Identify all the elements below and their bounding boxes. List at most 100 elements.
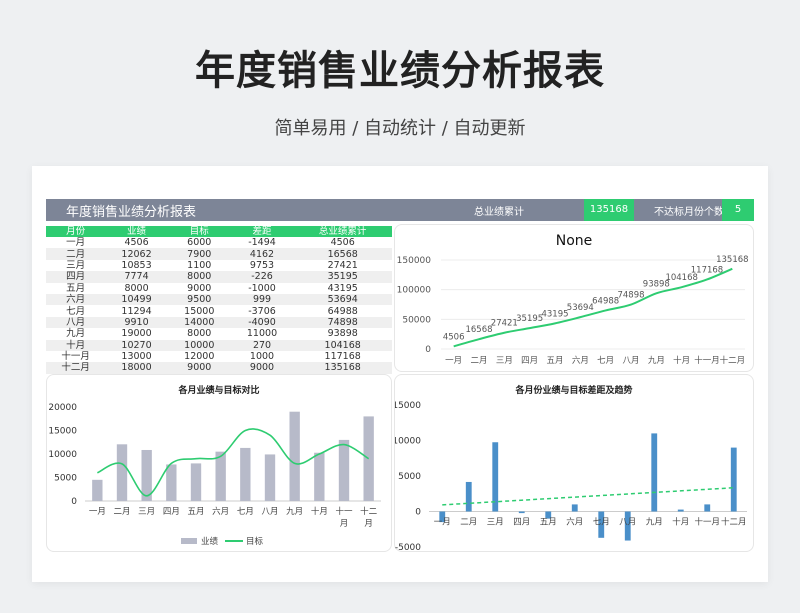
table-cell: 9910 (105, 316, 168, 329)
table-cell: 27421 (327, 259, 358, 271)
bar-gap (571, 504, 578, 512)
bar-gap (518, 511, 525, 514)
table-row: 四月 7774 8000 -226 35195 (46, 271, 392, 283)
table-cell: 七月 (66, 305, 86, 317)
y-tick-label: 0 (71, 497, 77, 507)
column-header: 月份 (46, 226, 106, 237)
table-cell: 15000 (184, 305, 215, 317)
table-cell: -1494 (248, 237, 276, 249)
cumulative-line-chart: None 0 50000 100000 150000 4506 一月 16568 二月 27421… (397, 233, 749, 366)
bar-sales (190, 463, 202, 501)
chart-title: None (556, 233, 593, 249)
table-cell: 35195 (293, 271, 392, 283)
table-cell: 9753 (249, 259, 275, 271)
data-label: 135168 (716, 255, 748, 265)
table-cell: 9000 (230, 362, 294, 374)
x-tick-label: 五月 (546, 356, 563, 366)
table-cell: 999 (230, 293, 294, 306)
x-tick-label: 月 (364, 519, 373, 529)
table-cell: 14000 (167, 316, 231, 329)
bar-sales (338, 439, 350, 501)
table-cell: 9500 (167, 293, 231, 306)
target-line (96, 428, 370, 497)
bar-gap (730, 447, 737, 512)
table-cell: 10853 (121, 259, 152, 271)
table-cell: 19000 (121, 328, 152, 340)
table-body: 一月 4506 6000 -1494 4506 二月 12062 7900 4162 16568 三… (46, 237, 392, 374)
data-label: 43195 (541, 309, 568, 319)
column-header: 目标 (167, 226, 231, 237)
bar-gap (465, 481, 472, 512)
y-tick-label: 15000 (48, 427, 77, 437)
table-row: 十二月 18000 9000 9000 135168 (46, 362, 392, 374)
table-cell: 64988 (327, 305, 358, 317)
chart-title: 各月业绩与目标对比 (177, 384, 259, 396)
gap-trend-chart: 各月份业绩与目标差距及趋势 -5000 0 5000 10000 15000 一月 二月 三月四… (392, 384, 747, 553)
x-tick-label: 三月 (487, 518, 504, 528)
x-tick-label: 二月 (470, 356, 487, 366)
table-cell: 10000 (167, 339, 231, 351)
bar-sales (289, 411, 300, 501)
table-cell: 8000 (167, 271, 231, 283)
x-tick-label: 五月 (540, 518, 557, 528)
y-tick-label: 15000 (395, 401, 421, 411)
column-header: 业绩 (105, 226, 168, 237)
bar-sales (116, 444, 128, 501)
data-label: 53694 (567, 303, 594, 313)
table-cell: 4506 (124, 237, 149, 249)
table-cell: 4162 (230, 248, 294, 260)
column-header: 总业绩累计 (293, 226, 392, 237)
x-tick-label: 十二 (360, 506, 378, 517)
table-cell: 1000 (249, 351, 275, 363)
x-tick-label: 十月 (672, 517, 689, 528)
table-row: 八月 9910 14000 -4090 74898 (46, 316, 392, 329)
x-tick-label: 十一月 (694, 355, 720, 366)
table-cell: 74898 (293, 316, 392, 329)
table-cell: 三月 (66, 259, 86, 271)
legend-swatch-sales (181, 538, 197, 544)
table-cell: 10270 (105, 339, 168, 351)
table-cell: 7774 (105, 271, 168, 283)
x-tick-label: 十二月 (720, 355, 746, 366)
y-tick-label: 0 (425, 345, 431, 355)
table-row: 十一月 13000 12000 1000 117168 (46, 351, 392, 362)
data-label: 35195 (516, 314, 543, 324)
table-cell: -226 (230, 271, 294, 283)
table-row: 六月 10499 9500 999 53694 (46, 293, 392, 306)
table-cell: -1000 (248, 282, 276, 294)
table-row: 七月 11294 15000 -3706 64988 (46, 305, 392, 317)
table-row: 三月 10853 1100 9753 27421 (46, 260, 392, 271)
bar-sales (240, 447, 251, 501)
y-tick-label: 5000 (54, 474, 77, 484)
table-cell: 十二月 (46, 362, 106, 374)
table-cell: 16568 (293, 248, 392, 260)
bar-sales (314, 452, 325, 501)
gap-chart-panel: 各月份业绩与目标差距及趋势 -5000 0 5000 10000 15000 一月 二月 三月四… (392, 374, 754, 553)
chart-title: 各月份业绩与目标差距及趋势 (514, 384, 632, 396)
report-header-title: 年度销售业绩分析报表 (66, 205, 197, 220)
table-cell: 9000 (167, 362, 231, 374)
table-row: 十月 10270 10000 270 104168 (46, 339, 392, 351)
x-tick-label: 五月 (187, 507, 204, 517)
table-cell: 八月 (46, 316, 106, 329)
table-cell: 二月 (46, 248, 106, 260)
x-tick-label: 六月 (572, 355, 589, 366)
table-cell: 7900 (167, 248, 231, 260)
x-tick-label: 十一月 (694, 517, 720, 528)
table-cell: 8000 (124, 282, 149, 294)
bar-sales (363, 416, 374, 501)
bar-sales (264, 454, 276, 501)
table-cell: 6000 (187, 237, 212, 249)
total-label: 总业绩累计 (474, 207, 524, 218)
table-cell: 9000 (187, 282, 212, 294)
legend-label-sales: 业绩 (201, 536, 219, 547)
table-cell: 104168 (293, 339, 392, 351)
y-tick-label: -5000 (395, 543, 421, 551)
data-label: 16568 (465, 325, 492, 335)
legend-label-target: 目标 (246, 536, 264, 547)
miss-count-label: 不达标月份个数 (654, 207, 724, 218)
table-cell: 13000 (121, 351, 152, 363)
x-tick-label: 三月 (496, 356, 513, 366)
table-cell: 18000 (105, 362, 168, 374)
x-tick-label: 一月 (89, 507, 106, 517)
